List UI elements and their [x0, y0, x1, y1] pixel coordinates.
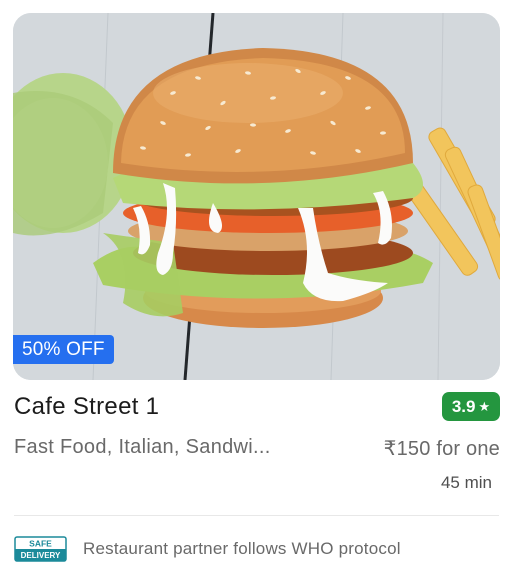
restaurant-name[interactable]: Cafe Street 1 [14, 393, 159, 421]
star-icon: ★ [478, 399, 491, 414]
safety-protocol-text: Restaurant partner follows WHO protocol [83, 539, 401, 558]
rating-value: 3.9 [451, 396, 476, 416]
rating-badge: 3.9 ★ [442, 392, 500, 421]
divider [14, 515, 499, 516]
delivery-time: 45 min [440, 473, 492, 492]
price-for-one: ₹150 for one [383, 438, 500, 460]
restaurant-card[interactable]: 50% OFF Cafe Street 1 3.9 ★ Fast Food, I… [0, 0, 508, 585]
safe-icon-line1: SAFE [29, 539, 52, 549]
safe-icon-line2: DELIVERY [21, 551, 61, 560]
discount-badge: 50% OFF [13, 335, 114, 364]
restaurant-image[interactable] [13, 13, 500, 380]
safe-delivery-icon: SAFE DELIVERY [14, 536, 67, 562]
cuisine-list: Fast Food, Italian, Sandwi... [14, 436, 271, 458]
